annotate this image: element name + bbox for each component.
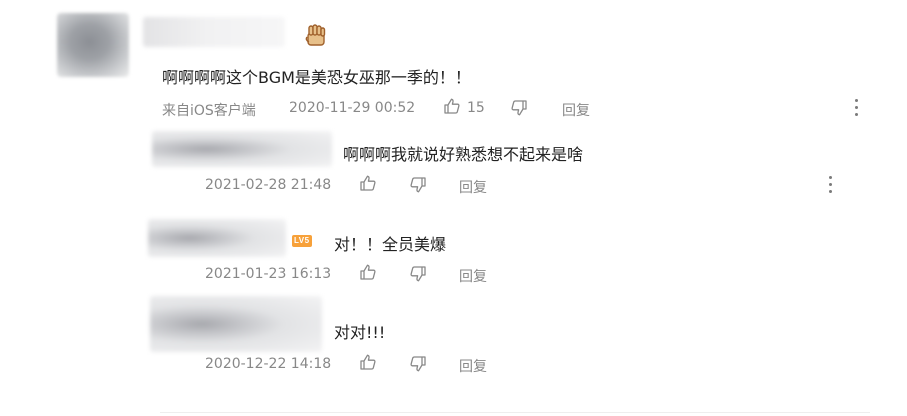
reply-timestamp: 2020-12-22 14:18 (205, 356, 332, 372)
like-icon[interactable] (359, 174, 377, 196)
reply-user[interactable] (152, 131, 332, 167)
reply-button[interactable]: 回复 (459, 356, 487, 376)
reply-text: 啊啊啊我就说好熟悉想不起来是啥 (343, 145, 584, 164)
reply-button[interactable]: 回复 (459, 177, 487, 197)
like-icon[interactable] (359, 353, 377, 375)
avatar[interactable] (57, 13, 129, 77)
reply-button[interactable]: 回复 (459, 266, 487, 286)
comment-timestamp: 2020-11-29 00:52 (289, 100, 416, 116)
like-icon[interactable] (443, 97, 461, 119)
username[interactable] (143, 17, 285, 47)
like-icon[interactable] (359, 263, 377, 285)
fist-icon (303, 23, 329, 49)
like-count: 15 (467, 100, 485, 116)
reply-user[interactable] (148, 219, 286, 257)
divider (160, 412, 870, 413)
dislike-icon[interactable] (409, 176, 427, 198)
reply-button[interactable]: 回复 (562, 100, 590, 120)
more-options-icon[interactable] (854, 99, 860, 119)
dislike-icon[interactable] (409, 265, 427, 287)
reply-user[interactable] (150, 296, 322, 352)
reply-text: 对！！全员美爆 (334, 235, 447, 254)
reply-text: 对对!!! (334, 323, 386, 342)
dislike-icon[interactable] (510, 99, 528, 121)
level-badge: LV5 (292, 235, 312, 247)
comment-text: 啊啊啊啊这个BGM是美恐女巫那一季的！！ (162, 68, 471, 87)
reply-timestamp: 2021-01-23 16:13 (205, 266, 332, 282)
more-options-icon[interactable] (828, 176, 834, 196)
reply-timestamp: 2021-02-28 21:48 (205, 177, 332, 193)
comment-source: 来自iOS客户端 (162, 103, 256, 119)
dislike-icon[interactable] (409, 355, 427, 377)
